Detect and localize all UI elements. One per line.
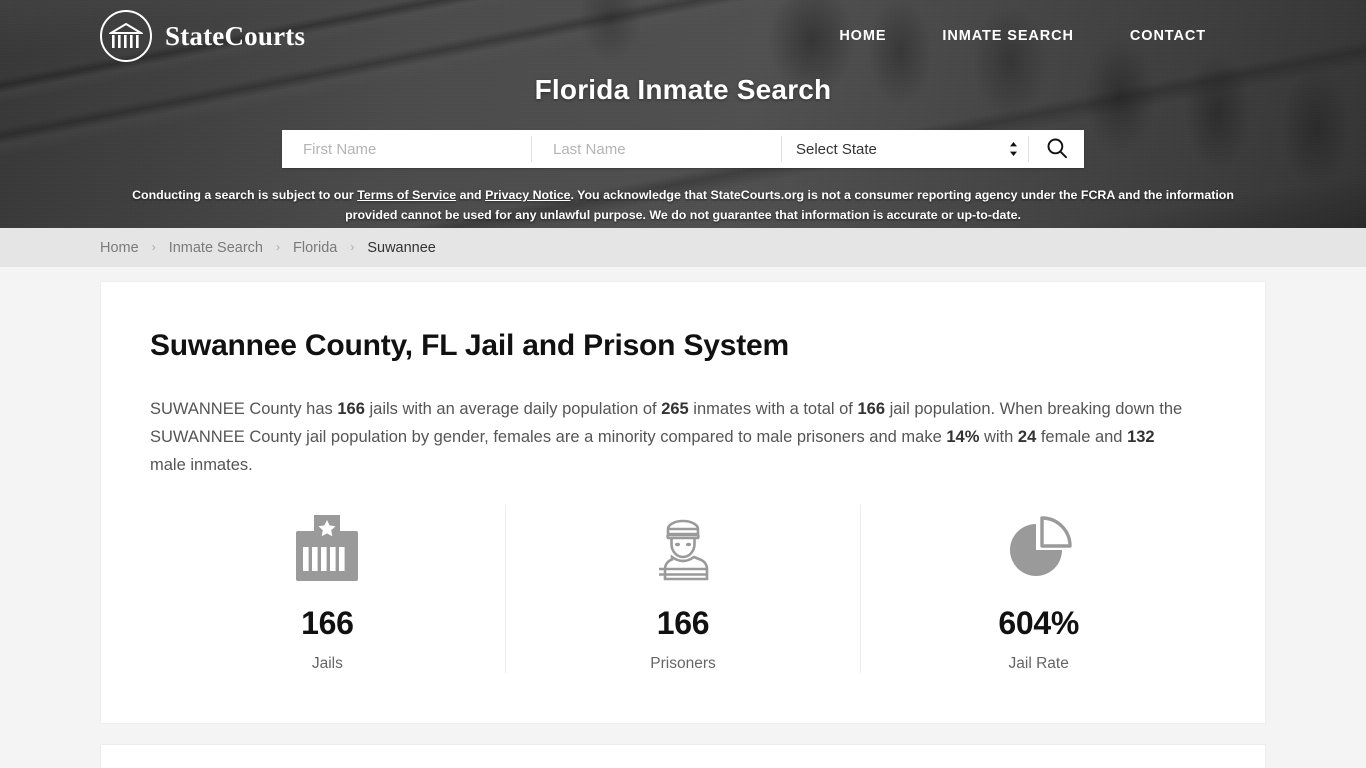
chevron-right-icon: ›: [151, 239, 156, 254]
summary-text-7: male inmates.: [150, 456, 253, 474]
nav-item-inmate-search[interactable]: INMATE SEARCH: [942, 28, 1073, 44]
avg-daily-population-inline: 265: [661, 400, 689, 418]
first-name-input[interactable]: [282, 130, 531, 168]
next-section-card: [100, 744, 1266, 768]
stat-jail-rate: 604% Jail Rate: [860, 505, 1216, 673]
breadcrumb-item-suwannee: Suwannee: [367, 239, 436, 256]
search-button[interactable]: [1028, 136, 1084, 162]
hero-title: Florida Inmate Search: [534, 74, 832, 105]
female-count-inline: 24: [1017, 428, 1037, 446]
summary-text-1: SUWANNEE County has: [150, 400, 338, 418]
privacy-notice-link[interactable]: Privacy Notice: [485, 188, 570, 202]
stat-jails-value: 166: [301, 605, 354, 641]
stat-prisoners: 166 Prisoners: [504, 505, 861, 673]
female-percentage-inline: 14%: [946, 428, 980, 446]
prisoner-icon: [506, 513, 861, 585]
page-title: Suwannee County, FL Jail and Prison Syst…: [150, 329, 789, 362]
terms-of-service-link[interactable]: Terms of Service: [357, 188, 456, 202]
stat-jail-rate-label: Jail Rate: [1008, 655, 1069, 672]
summary-text-3: inmates with a total of: [688, 400, 858, 418]
inmate-search-form: Select State: [282, 130, 1084, 168]
statistics-row: 166 Jails 166 Prisoners 604% Jail Rate: [150, 505, 1216, 723]
brand-name: StateCourts: [165, 20, 306, 51]
site-header: StateCourts HOME INMATE SEARCH CONTACT F…: [0, 0, 1366, 228]
nav-item-contact[interactable]: CONTACT: [1130, 28, 1206, 44]
brand-logo[interactable]: StateCourts: [100, 10, 305, 62]
page-body: Suwannee County, FL Jail and Prison Syst…: [0, 267, 1366, 768]
county-summary-paragraph: SUWANNEE County has 166 jails with an av…: [150, 395, 1190, 479]
disclaimer-text-1: Conducting a search is subject to our: [132, 188, 358, 202]
breadcrumb: Home › Inmate Search › Florida › Suwanne…: [0, 228, 1366, 267]
main-navigation: HOME INMATE SEARCH CONTACT: [839, 28, 1206, 44]
last-name-input[interactable]: [532, 130, 781, 168]
summary-text-5: with: [979, 428, 1018, 446]
breadcrumb-item-inmate-search[interactable]: Inmate Search: [169, 240, 263, 256]
male-count-inline: 132: [1127, 428, 1155, 446]
total-jail-population-inline: 166: [857, 400, 885, 418]
chevron-right-icon: ›: [276, 239, 280, 254]
stat-jails-label: Jails: [311, 655, 343, 672]
stat-jails: 166 Jails: [150, 505, 505, 673]
top-bar: StateCourts HOME INMATE SEARCH CONTACT: [0, 0, 1366, 72]
pie-chart-icon: [861, 513, 1216, 585]
county-overview-card: Suwannee County, FL Jail and Prison Syst…: [100, 281, 1266, 724]
summary-text-6: female and: [1036, 428, 1128, 446]
nav-item-home[interactable]: HOME: [839, 28, 886, 44]
stat-prisoners-value: 166: [656, 605, 710, 641]
chevron-right-icon: ›: [350, 239, 355, 254]
jails-count-inline: 166: [337, 400, 365, 418]
stat-jail-rate-value: 604%: [998, 605, 1079, 641]
stat-prisoners-label: Prisoners: [650, 655, 716, 672]
disclaimer-text-2: and: [456, 188, 486, 202]
magnifier-icon: [1046, 137, 1068, 162]
breadcrumb-item-home[interactable]: Home: [100, 240, 139, 256]
courthouse-circle-icon: [100, 10, 152, 62]
state-select[interactable]: Select State: [782, 130, 1028, 168]
breadcrumb-item-florida[interactable]: Florida: [293, 240, 337, 256]
jail-building-icon: [150, 513, 505, 585]
summary-text-2: jails with an average daily population o…: [364, 400, 662, 418]
search-disclaimer: Conducting a search is subject to our Te…: [128, 185, 1238, 225]
state-select-wrapper: Select State: [782, 130, 1028, 168]
